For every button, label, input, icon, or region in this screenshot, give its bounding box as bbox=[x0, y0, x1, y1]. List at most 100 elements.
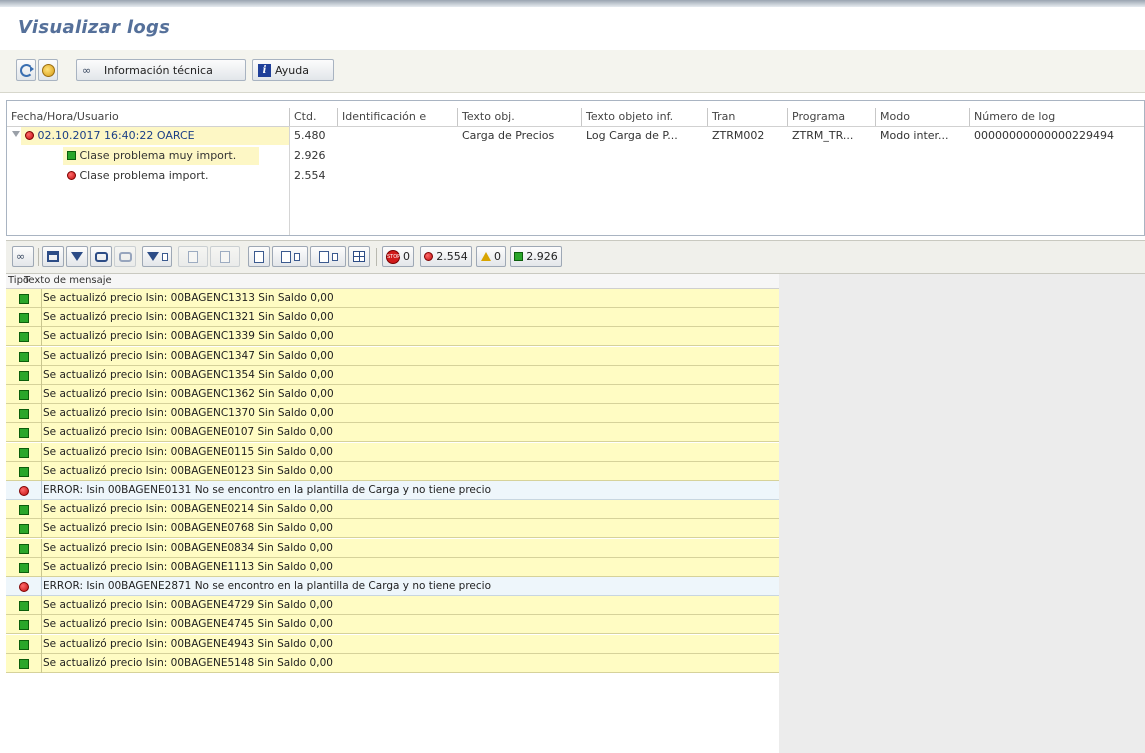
cell-divider bbox=[41, 423, 42, 443]
find-next-button[interactable] bbox=[114, 246, 136, 267]
stop-messages-button[interactable]: STOP 0 bbox=[382, 246, 414, 267]
message-row[interactable]: Se actualizó precio Isin: 00BAGENE0115 S… bbox=[6, 442, 779, 462]
grid-icon bbox=[353, 251, 365, 262]
log-child-label-cell: Clase problema muy import. bbox=[63, 147, 259, 165]
message-row[interactable]: Se actualizó precio Isin: 00BAGENC1347 S… bbox=[6, 346, 779, 366]
red-dot-icon bbox=[19, 582, 29, 592]
message-row[interactable]: Se actualizó precio Isin: 00BAGENC1354 S… bbox=[6, 365, 779, 385]
technical-info-button[interactable]: ∞ Información técnica bbox=[76, 59, 246, 81]
message-row[interactable]: ERROR: Isin 00BAGENE2871 No se encontro … bbox=[6, 577, 779, 596]
set-filter-icon bbox=[146, 252, 159, 261]
message-row[interactable]: Se actualizó precio Isin: 00BAGENC1339 S… bbox=[6, 327, 779, 347]
dropdown-icon bbox=[293, 252, 300, 261]
coin-button[interactable] bbox=[38, 59, 58, 81]
dropdown-icon bbox=[161, 252, 168, 261]
column-program[interactable]: Programa bbox=[788, 108, 876, 126]
message-row[interactable]: Se actualizó precio Isin: 00BAGENC1370 S… bbox=[6, 404, 779, 424]
message-row[interactable]: Se actualizó precio Isin: 00BAGENC1313 S… bbox=[6, 289, 779, 308]
green-square-icon bbox=[19, 466, 29, 477]
find-button[interactable] bbox=[90, 246, 112, 267]
message-row[interactable]: Se actualizó precio Isin: 00BAGENE1113 S… bbox=[6, 557, 779, 577]
green-square-icon bbox=[19, 562, 29, 573]
success-status-icon bbox=[19, 658, 29, 671]
green-square-icon bbox=[19, 370, 29, 381]
print-button[interactable] bbox=[42, 246, 64, 267]
message-row[interactable]: Se actualizó precio Isin: 00BAGENE0107 S… bbox=[6, 423, 779, 443]
message-row[interactable]: Se actualizó precio Isin: 00BAGENE4729 S… bbox=[6, 596, 779, 616]
column-count[interactable]: Ctd. bbox=[290, 108, 338, 126]
glasses-icon: ∞ bbox=[16, 250, 26, 263]
message-row[interactable]: Se actualizó precio Isin: 00BAGENE0123 S… bbox=[6, 461, 779, 481]
dropdown-icon bbox=[331, 252, 338, 261]
message-row[interactable]: Se actualizó precio Isin: 00BAGENE4745 S… bbox=[6, 615, 779, 635]
message-text: Se actualizó precio Isin: 00BAGENC1362 S… bbox=[43, 388, 334, 400]
message-row[interactable]: Se actualizó precio Isin: 00BAGENE4943 S… bbox=[6, 634, 779, 654]
column-mode[interactable]: Modo bbox=[876, 108, 970, 126]
technical-details-button[interactable]: ∞ bbox=[12, 246, 34, 267]
green-square-icon bbox=[19, 620, 29, 631]
message-table-header: Tipo Texto de mensaje bbox=[6, 274, 779, 289]
message-row[interactable]: ERROR: Isin 00BAGENE0131 No se encontro … bbox=[6, 481, 779, 500]
log-header-columns: Fecha/Hora/Usuario Ctd. Identificación e… bbox=[7, 108, 1144, 127]
cell-divider bbox=[41, 596, 42, 616]
message-text: Se actualizó precio Isin: 00BAGENC1339 S… bbox=[43, 330, 334, 343]
error-status-icon bbox=[67, 171, 76, 180]
success-messages-button[interactable]: 2.926 bbox=[510, 246, 562, 267]
log-count: 5.480 bbox=[294, 129, 326, 142]
layout-icon bbox=[318, 250, 329, 263]
column-log-number[interactable]: Número de log bbox=[970, 108, 1144, 126]
log-child-row[interactable]: Clase problema muy import. 2.926 bbox=[7, 147, 1144, 165]
toolbar-separator bbox=[38, 248, 39, 266]
column-datetime-user[interactable]: Fecha/Hora/Usuario bbox=[7, 108, 290, 126]
expand-arrow-icon[interactable] bbox=[12, 131, 20, 137]
message-row[interactable]: Se actualizó precio Isin: 00BAGENE5148 S… bbox=[6, 653, 779, 673]
message-table: Tipo Texto de mensaje Se actualizó preci… bbox=[6, 274, 780, 753]
log-child-row[interactable]: Clase problema import. 2.554 bbox=[7, 167, 1144, 185]
cell-divider bbox=[41, 634, 42, 654]
log-header-table: Fecha/Hora/Usuario Ctd. Identificación e… bbox=[6, 100, 1145, 236]
success-status-icon bbox=[19, 543, 29, 556]
set-filter-button[interactable] bbox=[142, 246, 172, 267]
log-child-count: 2.554 bbox=[294, 169, 326, 182]
log-row-main[interactable]: 02.10.2017 16:40:22 OARCE 5.480 Carga de… bbox=[7, 127, 1144, 145]
sort-ascending-button[interactable] bbox=[178, 246, 208, 267]
layout-button[interactable] bbox=[310, 246, 346, 267]
message-row[interactable]: Se actualizó precio Isin: 00BAGENE0834 S… bbox=[6, 538, 779, 558]
message-row[interactable]: Se actualizó precio Isin: 00BAGENC1321 S… bbox=[6, 308, 779, 328]
green-square-icon bbox=[19, 428, 29, 439]
column-message-text[interactable]: Texto de mensaje bbox=[24, 274, 112, 288]
success-status-icon bbox=[19, 639, 29, 652]
green-square-icon bbox=[19, 409, 29, 420]
help-label: Ayuda bbox=[275, 63, 309, 77]
message-text: Se actualizó precio Isin: 00BAGENC1321 S… bbox=[43, 311, 334, 324]
success-status-icon bbox=[19, 293, 29, 306]
message-text: Se actualizó precio Isin: 00BAGENC1370 S… bbox=[43, 407, 334, 420]
message-text: ERROR: Isin 00BAGENE0131 No se encontro … bbox=[43, 484, 492, 496]
export-button[interactable] bbox=[272, 246, 308, 267]
green-square-icon bbox=[19, 524, 29, 535]
success-status-icon bbox=[19, 562, 29, 575]
error-status-icon bbox=[19, 581, 29, 594]
message-row[interactable]: Se actualizó precio Isin: 00BAGENE0214 S… bbox=[6, 500, 779, 520]
green-square-icon bbox=[19, 639, 29, 650]
refresh-button[interactable] bbox=[16, 59, 36, 81]
filter-button[interactable] bbox=[66, 246, 88, 267]
grid-button[interactable] bbox=[348, 246, 370, 267]
help-button[interactable]: i Ayuda bbox=[252, 59, 334, 81]
cell-divider bbox=[41, 500, 42, 520]
error-messages-button[interactable]: 2.554 bbox=[420, 246, 472, 267]
column-subobject-text[interactable]: Texto objeto inf. bbox=[582, 108, 708, 126]
message-row[interactable]: Se actualizó precio Isin: 00BAGENC1362 S… bbox=[6, 385, 779, 404]
column-transaction[interactable]: Tran bbox=[708, 108, 788, 126]
log-mode: Modo inter... bbox=[880, 129, 949, 142]
message-text: Se actualizó precio Isin: 00BAGENE0123 S… bbox=[43, 464, 333, 477]
cell-divider bbox=[41, 308, 42, 328]
message-row[interactable]: Se actualizó precio Isin: 00BAGENE0768 S… bbox=[6, 519, 779, 539]
warning-messages-button[interactable]: 0 bbox=[476, 246, 506, 267]
column-identification[interactable]: Identificación e bbox=[338, 108, 458, 126]
stop-count: 0 bbox=[403, 250, 410, 263]
view-button[interactable] bbox=[248, 246, 270, 267]
column-object-text[interactable]: Texto obj. bbox=[458, 108, 582, 126]
log-child-count: 2.926 bbox=[294, 149, 326, 162]
sort-descending-button[interactable] bbox=[210, 246, 240, 267]
